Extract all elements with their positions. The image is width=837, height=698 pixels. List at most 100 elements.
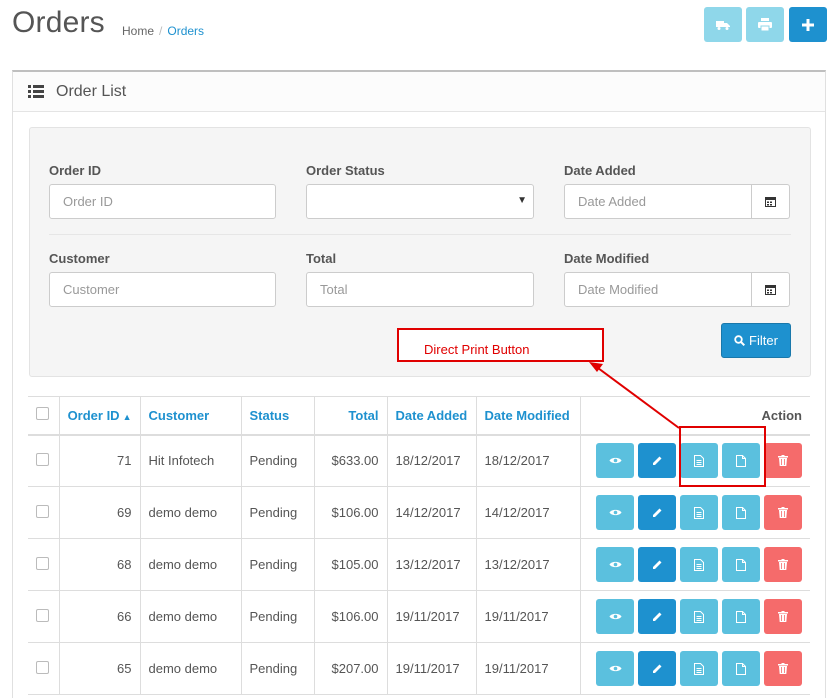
filter-button-label: Filter: [749, 333, 778, 348]
delete-button[interactable]: [764, 547, 802, 582]
row-checkbox[interactable]: [36, 660, 49, 674]
direct-print-button[interactable]: [722, 495, 760, 530]
print-invoice-button[interactable]: [680, 547, 718, 582]
date-added-cell: 19/11/2017: [386, 590, 476, 643]
view-button[interactable]: [596, 547, 634, 582]
table-row: 68 demo demo Pending $105.00 13/12/2017 13/12…: [28, 538, 810, 591]
column-order-id-label: Order ID: [67, 407, 120, 423]
trash-icon: [778, 611, 788, 622]
pencil-icon: [652, 508, 661, 517]
file-icon: [736, 558, 746, 571]
view-button[interactable]: [596, 651, 634, 686]
trash-icon: [778, 507, 788, 518]
status-cell: Pending: [240, 642, 314, 695]
delete-button[interactable]: [764, 599, 802, 634]
print-invoice-button[interactable]: [746, 7, 784, 42]
print-invoice-button[interactable]: [680, 599, 718, 634]
column-date-modified[interactable]: Date Modified: [475, 396, 580, 436]
trash-icon: [778, 663, 788, 674]
total-cell: $106.00: [313, 590, 387, 643]
date-modified-cell: 19/11/2017: [475, 642, 580, 695]
customer-input[interactable]: Customer: [49, 272, 276, 307]
row-checkbox[interactable]: [36, 556, 49, 570]
column-customer[interactable]: Customer: [139, 396, 241, 436]
date-modified-label: Date Modified: [564, 251, 650, 266]
action-cell: [579, 486, 810, 539]
breadcrumb: Home / Orders: [122, 24, 204, 38]
direct-print-button[interactable]: [722, 599, 760, 634]
filter-divider: [49, 234, 791, 235]
column-status[interactable]: Status: [240, 396, 314, 436]
direct-print-button[interactable]: [722, 547, 760, 582]
status-cell: Pending: [240, 590, 314, 643]
view-button[interactable]: [596, 495, 634, 530]
order-id-label: Order ID: [49, 163, 102, 178]
column-order-id[interactable]: Order ID ▲: [58, 396, 140, 436]
status-cell: Pending: [240, 538, 314, 591]
total-input[interactable]: Total: [306, 272, 534, 307]
direct-print-button[interactable]: [722, 651, 760, 686]
order-id-cell: 69: [58, 486, 140, 539]
file-icon: [736, 506, 746, 519]
file-icon: [736, 610, 746, 623]
annotation-label-box: Direct Print Button: [397, 328, 604, 362]
select-caret-icon: ▼: [517, 195, 527, 206]
table-row: 69 demo demo Pending $106.00 14/12/2017 14/12…: [28, 486, 810, 539]
customer-cell: demo demo: [139, 590, 241, 643]
date-modified-input[interactable]: Date Modified: [564, 272, 752, 307]
print-invoice-button[interactable]: [680, 495, 718, 530]
date-added-input[interactable]: Date Added: [564, 184, 752, 219]
breadcrumb-separator: /: [159, 24, 163, 38]
filter-button[interactable]: Filter: [721, 323, 791, 358]
date-modified-cell: 14/12/2017: [475, 486, 580, 539]
plus-icon: [802, 18, 814, 31]
delete-button[interactable]: [764, 651, 802, 686]
edit-button[interactable]: [638, 495, 676, 530]
eye-icon: [609, 613, 621, 620]
select-all-cell: [28, 396, 59, 436]
date-modified-cell: 19/11/2017: [475, 590, 580, 643]
eye-icon: [609, 458, 621, 464]
date-added-calendar-button[interactable]: [752, 184, 790, 219]
delete-button[interactable]: [764, 443, 802, 479]
order-status-select[interactable]: ▼: [306, 184, 534, 219]
ship-button[interactable]: [704, 7, 742, 42]
row-checkbox[interactable]: [36, 504, 49, 518]
customer-cell: demo demo: [139, 538, 241, 591]
edit-button[interactable]: [638, 547, 676, 582]
action-cell: [579, 590, 810, 643]
add-order-button[interactable]: [789, 7, 827, 42]
edit-button[interactable]: [638, 599, 676, 634]
action-cell: [579, 642, 810, 695]
edit-button[interactable]: [638, 651, 676, 686]
date-added-cell: 18/12/2017: [386, 434, 476, 487]
order-id-cell: 66: [58, 590, 140, 643]
invoice-icon: [694, 662, 704, 675]
view-button[interactable]: [596, 443, 634, 479]
row-select-cell: [28, 486, 59, 539]
table-row: 65 demo demo Pending $207.00 19/11/2017 19/11…: [28, 642, 810, 695]
column-date-added[interactable]: Date Added: [386, 396, 476, 436]
panel-title: Order List: [56, 82, 127, 100]
date-added-cell: 14/12/2017: [386, 486, 476, 539]
breadcrumb-orders[interactable]: Orders: [167, 24, 204, 38]
page-title: Orders: [12, 6, 105, 39]
print-invoice-button[interactable]: [680, 651, 718, 686]
date-modified-cell: 18/12/2017: [475, 434, 580, 487]
date-added-label: Date Added: [564, 163, 636, 178]
order-id-input[interactable]: Order ID: [49, 184, 276, 219]
delete-button[interactable]: [764, 495, 802, 530]
date-added-cell: 19/11/2017: [386, 642, 476, 695]
row-select-cell: [28, 642, 59, 695]
breadcrumb-home[interactable]: Home: [122, 24, 154, 38]
order-status-label: Order Status: [306, 163, 385, 178]
date-modified-calendar-button[interactable]: [752, 272, 790, 307]
action-cell: [579, 538, 810, 591]
view-button[interactable]: [596, 599, 634, 634]
date-added-cell: 13/12/2017: [386, 538, 476, 591]
edit-button[interactable]: [638, 443, 676, 479]
select-all-checkbox[interactable]: [36, 407, 49, 421]
row-checkbox[interactable]: [36, 608, 49, 622]
column-total[interactable]: Total: [313, 396, 387, 436]
row-checkbox[interactable]: [36, 452, 49, 466]
